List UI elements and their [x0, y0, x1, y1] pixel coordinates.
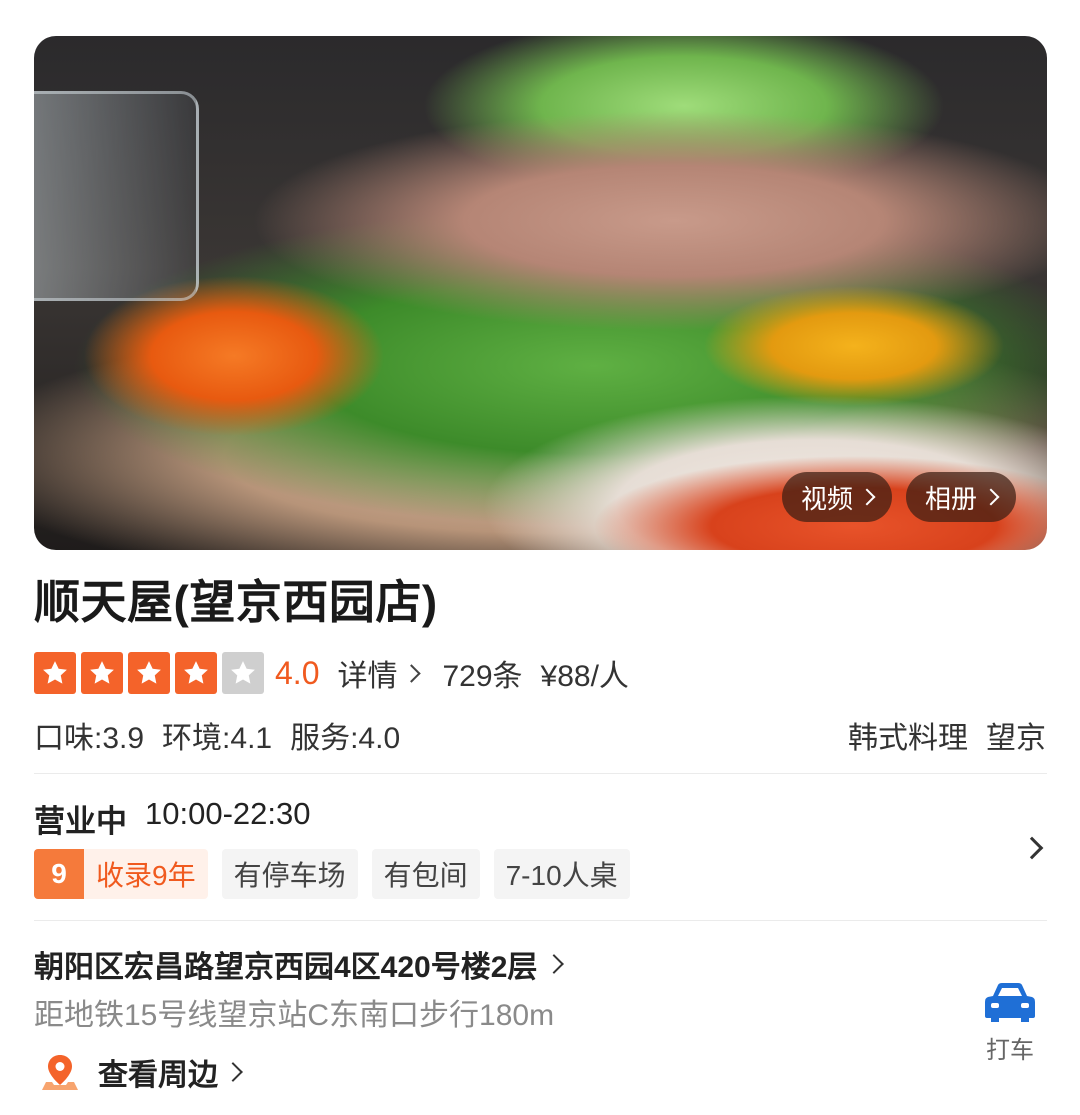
taxi-label: 打车 — [986, 1037, 1034, 1064]
chevron-right-icon — [544, 954, 565, 974]
address-text: 朝阳区宏昌路望京西园4区420号楼2层 — [34, 951, 538, 984]
star-rating — [34, 652, 269, 694]
service-score: 服务:4.0 — [290, 722, 401, 755]
divider — [34, 920, 1047, 921]
video-button[interactable]: 视频 — [782, 472, 892, 522]
album-button-label: 相册 — [924, 483, 977, 514]
average-price: ¥88/人 — [540, 660, 629, 693]
nearby-label: 查看周边 — [98, 1059, 218, 1092]
business-area[interactable]: 望京 — [986, 713, 1046, 757]
rating-detail-link[interactable]: 详情 — [337, 651, 422, 695]
subway-distance: 距地铁15号线望京站C东南口步行180m — [34, 999, 555, 1032]
listed-years-label: 收录9年 — [96, 860, 196, 891]
review-count[interactable]: 729条 — [442, 651, 522, 695]
listed-years-tag: 9 收录9年 — [34, 849, 208, 899]
open-status: 营业中 — [34, 804, 127, 839]
album-button[interactable]: 相册 — [906, 472, 1016, 522]
detail-label: 详情 — [337, 660, 398, 693]
rating-score: 4.0 — [275, 654, 320, 691]
star-icon — [222, 652, 264, 694]
business-hours[interactable]: 营业中 10:00-22:30 — [34, 796, 310, 841]
location-pin-icon — [42, 1055, 78, 1090]
open-time: 10:00-22:30 — [145, 796, 311, 831]
taxi-button[interactable]: 打车 — [978, 980, 1042, 1065]
feature-tags: 9 收录9年 有停车场 有包间 7-10人桌 — [34, 849, 630, 899]
chevron-right-icon — [402, 663, 422, 683]
star-icon — [128, 652, 170, 694]
feature-tag: 7-10人桌 — [493, 849, 630, 899]
star-icon — [175, 652, 217, 694]
feature-tag: 有停车场 — [221, 849, 358, 899]
shop-name: 顺天屋(望京西园店) — [34, 576, 438, 628]
chevron-right-icon — [982, 488, 1000, 506]
environment-score: 环境:4.1 — [162, 722, 273, 755]
cuisine-type[interactable]: 韩式料理 — [848, 713, 968, 757]
cuisine-area: 韩式料理 望京 — [848, 713, 1046, 757]
star-icon — [34, 652, 76, 694]
photo-glass-decoration — [34, 91, 199, 301]
chevron-right-icon[interactable] — [1020, 836, 1044, 860]
star-icon — [81, 652, 123, 694]
chevron-right-icon — [223, 1062, 243, 1082]
video-button-label: 视频 — [800, 483, 853, 514]
feature-tag: 有包间 — [371, 849, 480, 899]
divider — [34, 773, 1047, 774]
nearby-link[interactable]: 查看周边 — [40, 1050, 243, 1094]
address-link[interactable]: 朝阳区宏昌路望京西园4区420号楼2层 — [34, 942, 565, 986]
car-icon — [985, 983, 1035, 1022]
sub-scores: 口味:3.9 环境:4.1 服务:4.0 — [34, 713, 400, 757]
rating-row: 4.0 详情 729条 ¥88/人 — [34, 652, 629, 694]
listed-years-badge: 9 — [34, 849, 84, 899]
taste-score: 口味:3.9 — [34, 722, 145, 755]
shop-photo[interactable]: 视频 相册 — [34, 36, 1047, 550]
chevron-right-icon — [858, 488, 876, 506]
